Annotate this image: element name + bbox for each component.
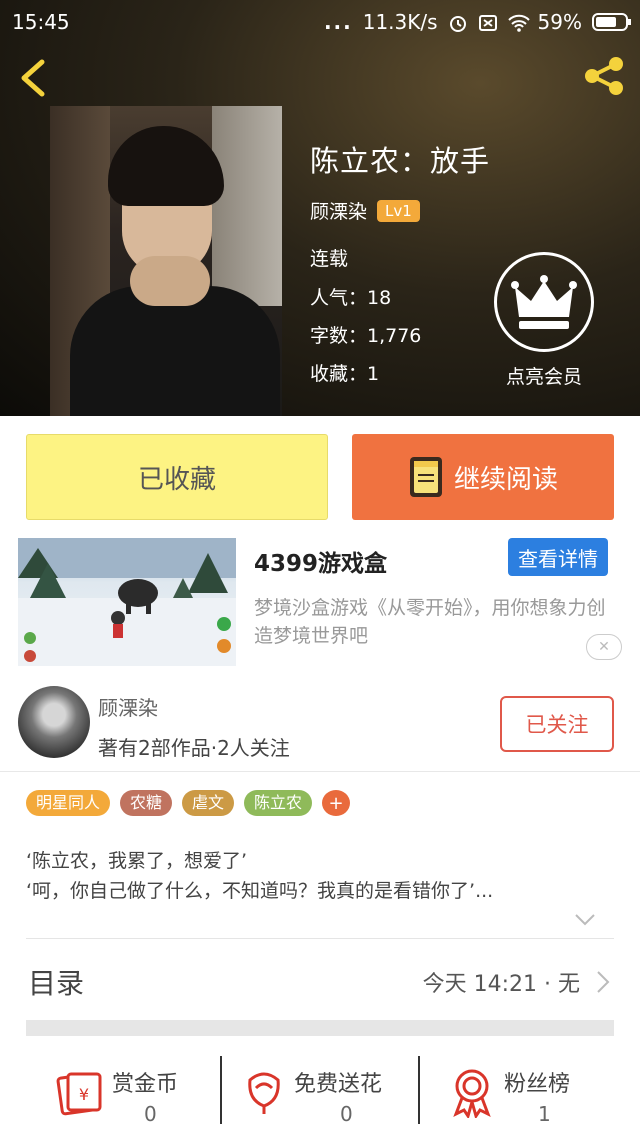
book-favorites: 收藏：1	[310, 363, 380, 385]
section-separator	[26, 1020, 614, 1036]
flower-icon	[248, 1072, 280, 1114]
status-dots: ...	[323, 10, 353, 34]
free-flower-label: 免费送花	[294, 1072, 383, 1097]
book-icon	[409, 457, 442, 497]
book-cover-image[interactable]	[50, 106, 282, 416]
continue-reading-label: 继续阅读	[453, 464, 558, 495]
tag-list: 明星同人 农糖 虐文 陈立农 +	[26, 790, 351, 816]
crown-icon	[494, 252, 594, 352]
toc-last-update: 今天 14:21 · 无	[422, 972, 580, 997]
author-level-badge: Lv1	[377, 199, 420, 222]
free-flower-count: 0	[340, 1102, 353, 1126]
divider	[220, 1056, 222, 1124]
ad-description: 梦境沙盒游戏《从零开始》，用你想象力创造梦境世界吧	[254, 597, 606, 647]
add-tag-button[interactable]: +	[322, 790, 351, 816]
share-button[interactable]	[580, 52, 628, 100]
vip-label: 点亮会员	[505, 366, 582, 388]
divider	[26, 938, 614, 939]
wifi-icon	[507, 13, 530, 32]
status-bar: 15:45 ... 11.3K/s 59%	[0, 0, 640, 44]
status-icons: ... 11.3K/s 59%	[323, 10, 631, 34]
book-title: 陈立农：放手	[310, 144, 491, 178]
free-flower-button[interactable]: 免费送花 0	[240, 1058, 410, 1138]
network-speed: 11.3K/s	[362, 10, 438, 34]
cover-bg-right	[212, 106, 282, 306]
vip-button[interactable]: 点亮会员	[492, 252, 596, 389]
author-card-stats: 著有2部作品·2人关注	[98, 736, 290, 760]
synopsis-line: ‘陈立农，我累了，想爱了’	[26, 850, 248, 872]
ad-game-screenshot[interactable]	[18, 538, 236, 666]
reward-coin-label: 赏金币	[112, 1072, 179, 1097]
book-detail-content: 已收藏 继续阅读 4399游戏盒 查看详情 梦境沙盒游戏《从零开始》，用你想象力…	[0, 416, 640, 1138]
ad-banner[interactable]: 4399游戏盒 查看详情 梦境沙盒游戏《从零开始》，用你想象力创造梦境世界吧 ✕	[18, 538, 622, 666]
fan-ranking-count: 1	[538, 1102, 551, 1126]
reward-coin-button[interactable]: ¥ 赏金币 0	[56, 1058, 206, 1138]
author-card-name[interactable]: 顾溧染	[98, 692, 158, 721]
cover-figure-hair	[108, 126, 224, 206]
chevron-left-icon	[21, 59, 45, 97]
reward-coin-icon: ¥	[56, 1072, 102, 1116]
chevron-down-icon	[575, 914, 595, 926]
tag-item[interactable]: 农糖	[120, 790, 173, 816]
ad-close-button[interactable]: ✕	[586, 634, 622, 660]
tag-item[interactable]: 陈立农	[244, 790, 313, 816]
chevron-right-icon	[596, 970, 610, 994]
ribbon-medal-icon	[453, 1069, 491, 1118]
fan-ranking-button[interactable]: 粉丝榜 1	[450, 1058, 600, 1138]
svg-text:¥: ¥	[79, 1085, 89, 1104]
tag-item[interactable]: 明星同人	[26, 790, 111, 816]
synopsis[interactable]: ‘陈立农，我累了，想爱了’ ‘呵，你自己做了什么，不知道吗？我真的是看错你了’.…	[26, 846, 616, 906]
book-author-line: 顾溧染 Lv1	[310, 197, 420, 224]
battery-level: 59%	[537, 10, 582, 34]
share-icon	[585, 57, 623, 95]
collected-button[interactable]: 已收藏	[26, 434, 328, 520]
table-of-contents-row[interactable]: 目录 今天 14:21 · 无	[0, 940, 640, 1022]
author-card: 顾溧染 著有2部作品·2人关注 已关注	[0, 678, 640, 772]
toc-title: 目录	[28, 967, 85, 1000]
reward-coin-count: 0	[144, 1102, 157, 1126]
continue-reading-button[interactable]: 继续阅读	[352, 434, 614, 520]
followed-button[interactable]: 已关注	[500, 696, 614, 752]
cover-figure-hand	[130, 256, 210, 306]
tag-item[interactable]: 虐文	[182, 790, 235, 816]
fan-ranking-label: 粉丝榜	[504, 1072, 571, 1097]
book-status: 连载	[310, 248, 349, 270]
sim-icon	[478, 13, 498, 31]
alarm-icon	[448, 13, 468, 32]
ad-app-name: 4399游戏盒	[254, 551, 388, 577]
ad-view-details-button[interactable]: 查看详情	[508, 538, 608, 576]
book-author-name[interactable]: 顾溧染	[310, 197, 367, 224]
status-time: 15:45	[12, 10, 70, 34]
book-word-count: 字数：1,776	[310, 325, 422, 347]
book-popularity: 人气：18	[310, 287, 392, 309]
divider	[418, 1056, 420, 1124]
author-avatar[interactable]	[18, 686, 90, 758]
battery-icon	[592, 13, 631, 31]
book-header: 15:45 ... 11.3K/s 59% 陈立农：放手 顾溧染 Lv1 连载 …	[0, 0, 640, 416]
bottom-action-bar: ¥ 赏金币 0 免费送花 0 粉丝榜 1	[0, 1048, 640, 1138]
back-button[interactable]	[14, 56, 54, 100]
expand-synopsis-button[interactable]	[574, 912, 596, 926]
synopsis-line: ‘呵，你自己做了什么，不知道吗？我真的是看错你了’...	[26, 880, 494, 902]
